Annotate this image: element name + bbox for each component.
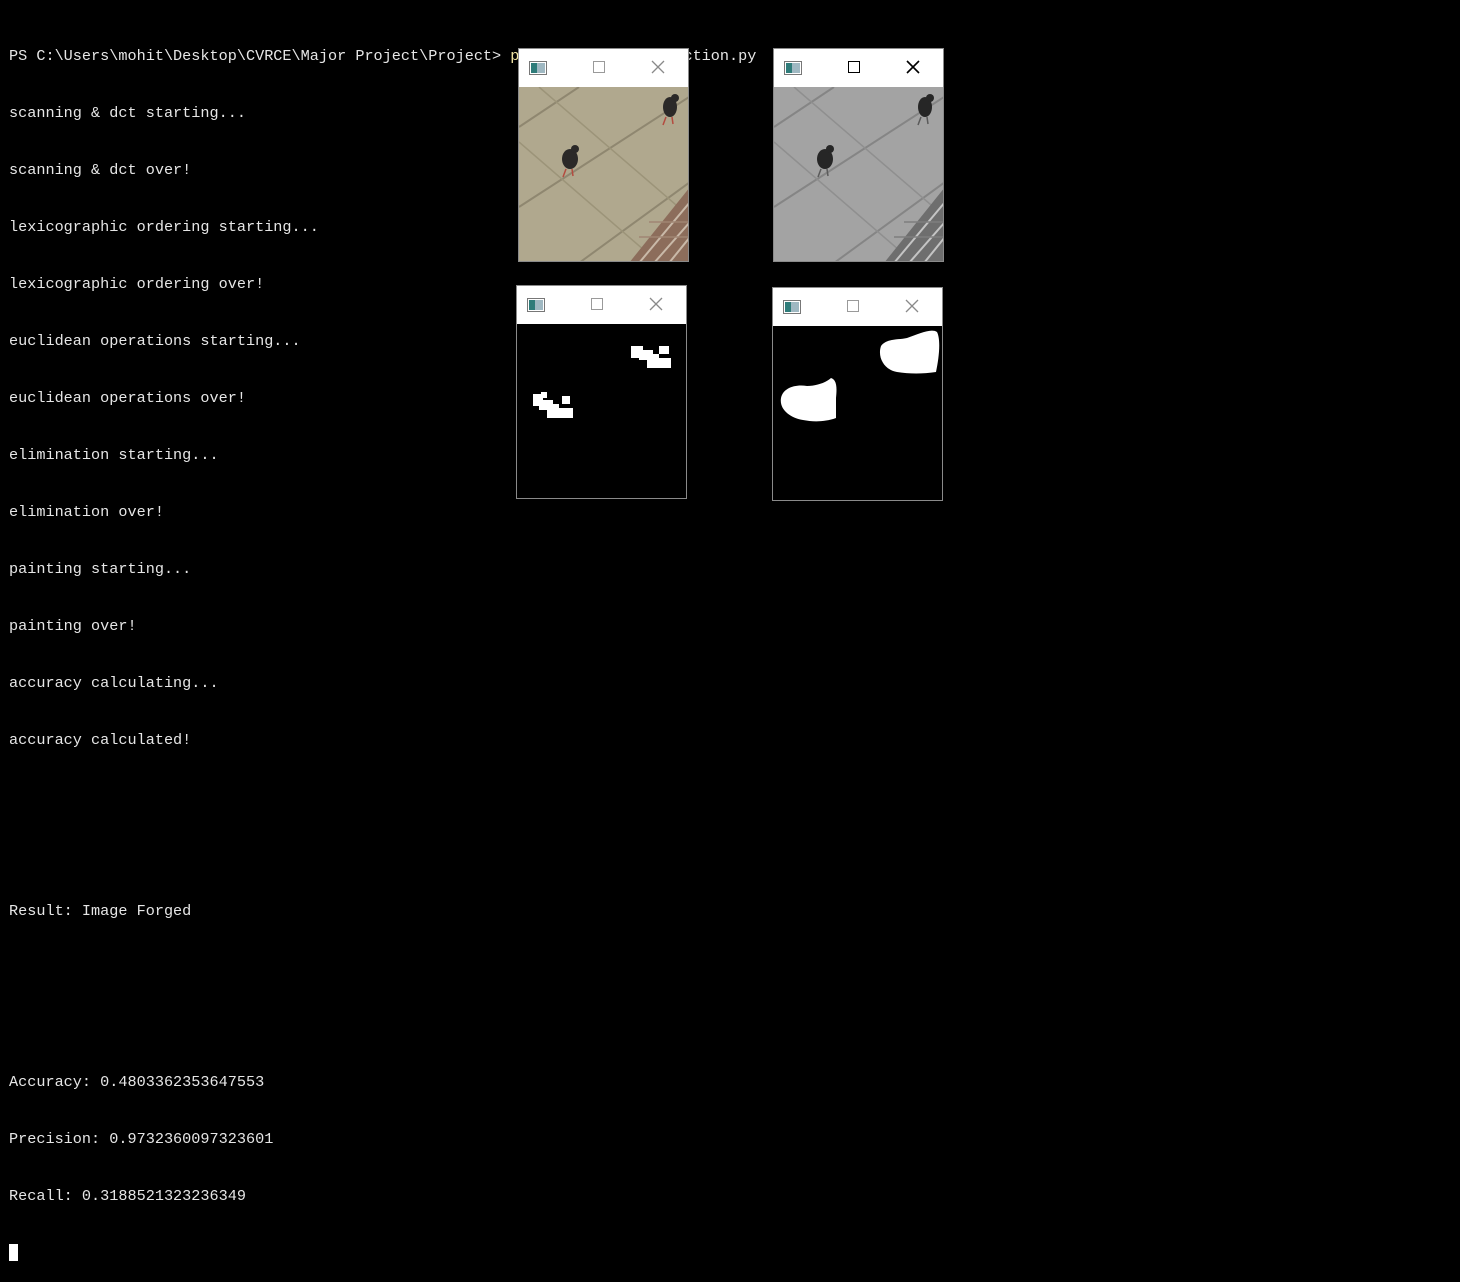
grayscale-image-window[interactable] — [773, 48, 944, 262]
output-line: painting over! — [9, 617, 137, 635]
output-line: elimination over! — [9, 503, 164, 521]
prompt-path: PS C:\Users\mohit\Desktop\CVRCE\Major Pr… — [9, 47, 511, 65]
close-icon[interactable] — [905, 299, 919, 313]
maximize-icon[interactable] — [593, 61, 605, 73]
app-icon — [783, 300, 801, 314]
close-icon[interactable] — [906, 60, 920, 74]
app-icon — [529, 61, 547, 75]
grayscale-photo — [774, 87, 943, 261]
window-title-bar[interactable] — [519, 49, 688, 87]
detected-mask-window[interactable] — [516, 285, 687, 499]
close-icon[interactable] — [651, 60, 665, 74]
close-icon[interactable] — [649, 297, 663, 311]
ground-truth-mask-window[interactable] — [772, 287, 943, 501]
detected-mask — [517, 324, 686, 498]
output-line: accuracy calculating... — [9, 674, 219, 692]
color-photo — [519, 87, 688, 261]
app-icon — [527, 298, 545, 312]
window-title-bar[interactable] — [773, 288, 942, 326]
output-line: accuracy calculated! — [9, 731, 192, 749]
maximize-icon[interactable] — [847, 300, 859, 312]
app-icon — [784, 61, 802, 75]
window-title-bar[interactable] — [517, 286, 686, 324]
recall-line: Recall: 0.3188521323236349 — [9, 1187, 246, 1205]
original-image-window[interactable] — [518, 48, 689, 262]
window-title-bar[interactable] — [774, 49, 943, 87]
text-cursor — [9, 1244, 18, 1261]
maximize-icon[interactable] — [591, 298, 603, 310]
output-line: painting starting... — [9, 560, 192, 578]
cursor-line[interactable] — [9, 1244, 756, 1263]
precision-line: Precision: 0.9732360097323601 — [9, 1130, 274, 1148]
accuracy-line: Accuracy: 0.4803362353647553 — [9, 1073, 265, 1091]
ground-truth-mask — [773, 326, 942, 500]
result-line: Result: Image Forged — [9, 902, 192, 920]
maximize-icon[interactable] — [848, 61, 860, 73]
